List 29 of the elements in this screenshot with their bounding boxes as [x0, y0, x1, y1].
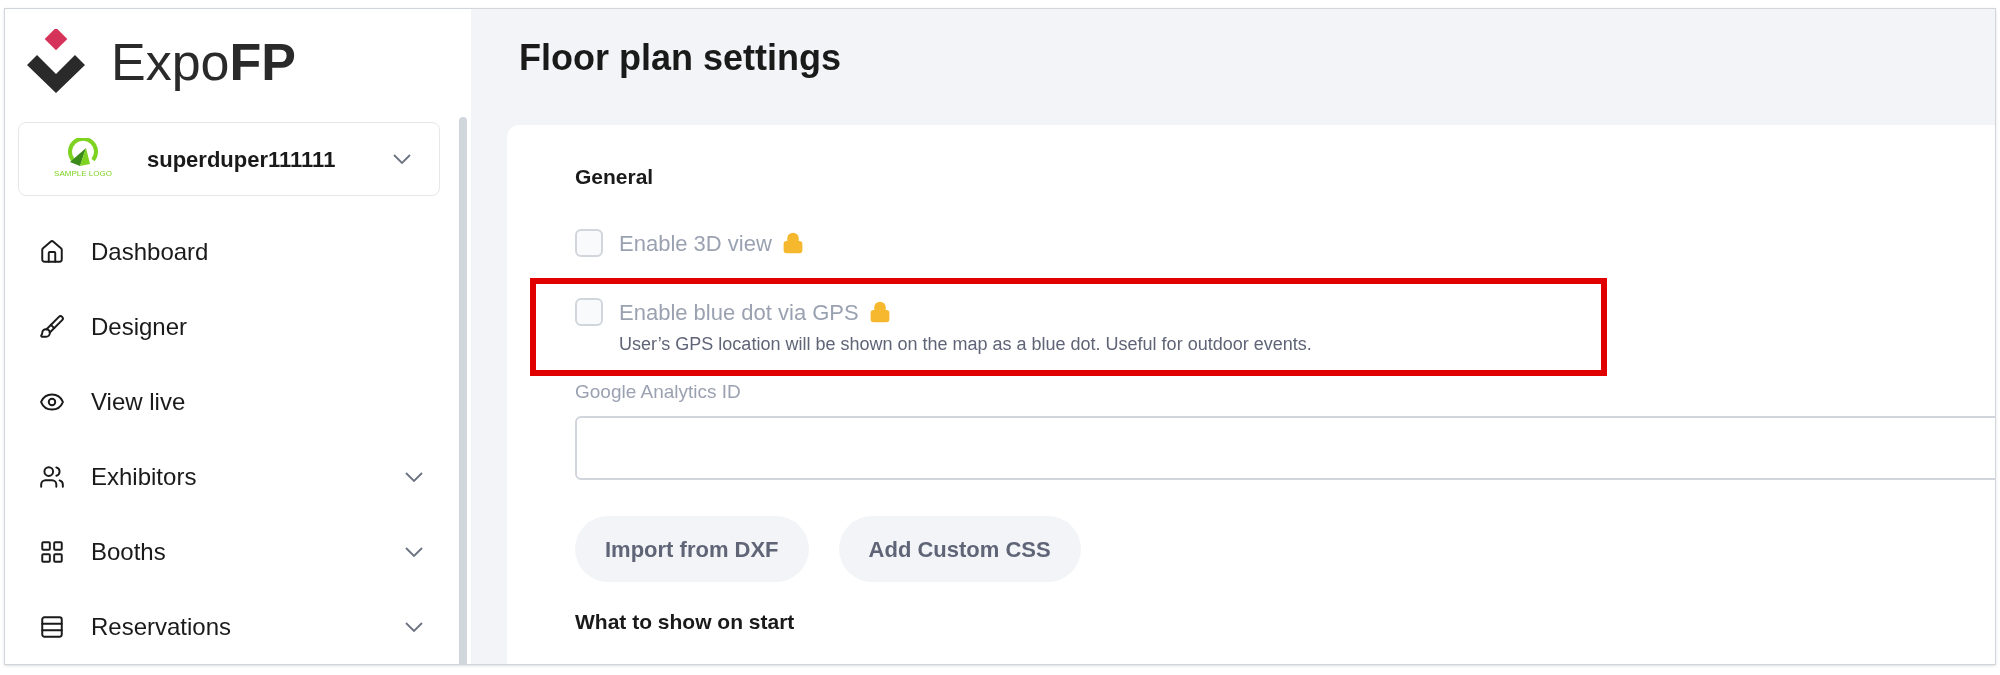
- section-title: General: [575, 164, 655, 190]
- nav-item[interactable]: View live: [5, 364, 471, 439]
- analytics-id-field[interactable]: [575, 416, 1995, 480]
- field-label: Google Analytics ID: [575, 379, 742, 404]
- logo-caption: SAMPLE LOGO: [54, 168, 112, 181]
- checkbox[interactable]: [575, 229, 603, 257]
- organization-selector[interactable]: SAMPLE LOGO superduper111111: [18, 122, 440, 196]
- people-icon: [39, 463, 65, 490]
- option-label: Enable 3D view: [619, 229, 772, 258]
- nav-item[interactable]: Exhibitors: [5, 439, 471, 514]
- nav-item[interactable]: Designer: [5, 289, 471, 364]
- home-icon: [39, 238, 65, 265]
- brush-icon: [39, 313, 65, 340]
- action-button[interactable]: Add Custom CSS: [838, 516, 1081, 582]
- checkbox[interactable]: [575, 298, 603, 326]
- option-label: Enable blue dot via GPS: [619, 298, 859, 327]
- nav-item[interactable]: Dashboard: [5, 214, 471, 289]
- nav-item[interactable]: Reservations: [5, 589, 471, 664]
- option-description: User’s GPS location will be shown on the map as a blue dot. Useful for outdoor events.: [619, 332, 1313, 356]
- section-title: What to show on start: [575, 609, 796, 635]
- action-button[interactable]: Import from DXF: [575, 516, 809, 582]
- list-icon: [39, 613, 65, 640]
- chevron-down-icon: [393, 154, 411, 165]
- nav-item[interactable]: Booths: [5, 514, 471, 589]
- sample-logo-icon: [66, 138, 100, 169]
- grid-icon: [39, 538, 65, 565]
- scrollbar[interactable]: [459, 117, 467, 664]
- organization-name: superduper111111: [147, 145, 336, 174]
- page-title: Floor plan settings: [518, 36, 842, 80]
